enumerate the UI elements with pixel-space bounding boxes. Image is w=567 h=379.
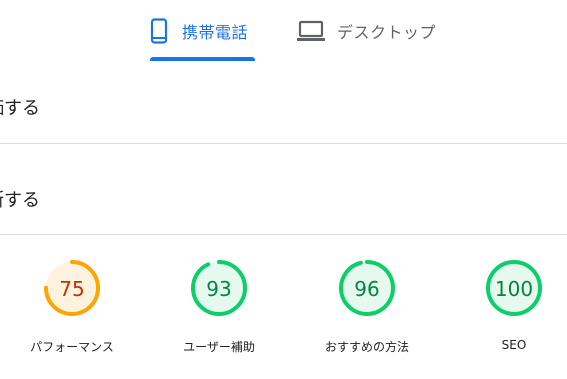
active-tab-indicator <box>150 57 255 61</box>
divider <box>0 143 567 144</box>
section-heading-1[interactable]: 価する <box>0 72 567 142</box>
gauge-label: パフォーマンス <box>30 340 114 354</box>
gauge-performance[interactable]: 75 パフォーマンス <box>17 256 127 355</box>
gauge-best-practices[interactable]: 96 おすすめの方法 <box>312 256 422 355</box>
score-ring-best-practices: 96 <box>339 260 395 316</box>
smartphone-icon <box>150 18 168 44</box>
divider <box>0 234 567 235</box>
section-heading-2-text: 断する <box>0 190 40 211</box>
tab-desktop-label: デスクトップ <box>337 23 437 42</box>
laptop-icon <box>297 20 325 42</box>
tab-mobile[interactable]: 携帯電話 <box>150 0 255 62</box>
score-ring-accessibility: 93 <box>191 260 247 316</box>
svg-text:100: 100 <box>495 277 533 301</box>
device-tabs: 携帯電話 デスクトップ <box>0 0 567 62</box>
score-ring-seo: 100 <box>486 260 542 316</box>
gauge-label: SEO <box>501 338 527 352</box>
tab-mobile-label: 携帯電話 <box>182 23 249 42</box>
svg-text:75: 75 <box>59 277 84 301</box>
svg-text:93: 93 <box>206 277 231 301</box>
section-heading-1-text: 価する <box>0 98 40 119</box>
svg-text:96: 96 <box>354 277 379 301</box>
gauge-seo[interactable]: 100 SEO <box>459 256 567 352</box>
tab-desktop[interactable]: デスクトップ <box>297 0 447 62</box>
section-heading-2[interactable]: 断する <box>0 164 567 234</box>
gauge-label: ユーザー補助 <box>183 340 255 354</box>
score-ring-performance: 75 <box>44 260 100 316</box>
gauge-accessibility[interactable]: 93 ユーザー補助 <box>164 256 274 355</box>
gauge-label: おすすめの方法 <box>324 340 409 354</box>
score-gauges: 75 パフォーマンス 93 ユーザー補助 96 おすすめの方法 100 SEO <box>0 256 567 366</box>
